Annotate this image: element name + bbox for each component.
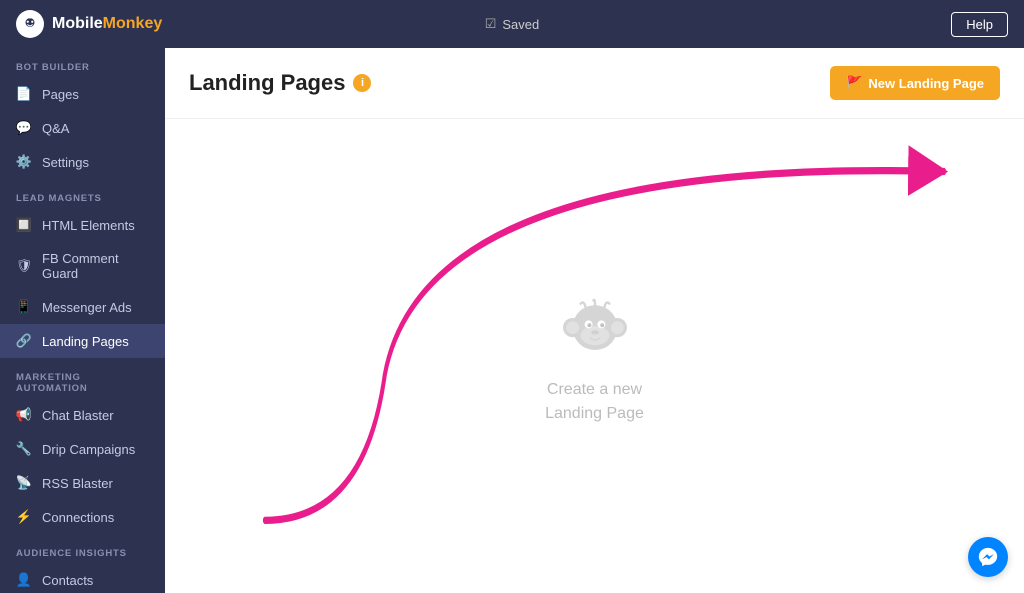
sidebar-item-label-connections: Connections — [42, 510, 114, 525]
connections-icon: ⚡ — [16, 509, 32, 525]
sidebar-section-lead-magnets: Lead Magnets — [0, 179, 165, 208]
topbar: MobileMonkey ☑ Saved Help — [0, 0, 1024, 48]
sidebar: Bot Builder 📄 Pages 💬 Q&A ⚙️ Settings Lead Magn… — [0, 48, 165, 593]
logo-icon — [16, 10, 44, 38]
main-content: Landing Pages i 🚩 New Landing Page — [165, 48, 1024, 593]
layout: Bot Builder 📄 Pages 💬 Q&A ⚙️ Settings Lead Magn… — [0, 48, 1024, 593]
sidebar-item-contacts[interactable]: 👤 Contacts — [0, 563, 165, 593]
html-elements-icon: 🔲 — [16, 217, 32, 233]
drip-campaigns-icon: 🔧 — [16, 441, 32, 457]
messenger-icon — [977, 546, 999, 568]
sidebar-item-label-chat-blaster: Chat Blaster — [42, 408, 114, 423]
sidebar-section-audience-insights: Audience Insights — [0, 534, 165, 563]
brand-monkey: Monkey — [103, 15, 163, 32]
sidebar-item-settings[interactable]: ⚙️ Settings — [0, 145, 165, 179]
sidebar-item-label-html-elements: HTML Elements — [42, 218, 135, 233]
page-title: Landing Pages — [189, 70, 345, 96]
contacts-icon: 👤 — [16, 572, 32, 588]
sidebar-item-label-qa: Q&A — [42, 121, 69, 136]
monkey-icon — [555, 286, 635, 366]
empty-state: Create a new Landing Page — [165, 119, 1024, 593]
main-header: Landing Pages i 🚩 New Landing Page — [165, 48, 1024, 119]
sidebar-item-label-drip-campaigns: Drip Campaigns — [42, 442, 135, 457]
new-landing-page-label: New Landing Page — [868, 76, 984, 91]
rss-blaster-icon: 📡 — [16, 475, 32, 491]
pages-icon: 📄 — [16, 86, 32, 102]
sidebar-item-label-fb-comment-guard: FB Comment Guard — [42, 251, 149, 281]
saved-label: Saved — [502, 17, 539, 32]
sidebar-item-chat-blaster[interactable]: 📢 Chat Blaster — [0, 398, 165, 432]
page-title-row: Landing Pages i — [189, 70, 371, 96]
empty-state-text: Create a new Landing Page — [545, 378, 644, 426]
sidebar-item-html-elements[interactable]: 🔲 HTML Elements — [0, 208, 165, 242]
sidebar-item-label-contacts: Contacts — [42, 573, 93, 588]
sidebar-section-marketing-automation: Marketing Automation — [0, 358, 165, 398]
qa-icon: 💬 — [16, 120, 32, 136]
sidebar-item-label-landing-pages: Landing Pages — [42, 334, 129, 349]
check-icon: ☑ — [485, 16, 497, 32]
sidebar-item-label-settings: Settings — [42, 155, 89, 170]
sidebar-item-landing-pages[interactable]: 🔗 Landing Pages — [0, 324, 165, 358]
sidebar-item-qa[interactable]: 💬 Q&A — [0, 111, 165, 145]
sidebar-item-pages[interactable]: 📄 Pages — [0, 77, 165, 111]
chat-blaster-icon: 📢 — [16, 407, 32, 423]
sidebar-item-messenger-ads[interactable]: 📱 Messenger Ads — [0, 290, 165, 324]
logo: MobileMonkey — [16, 10, 162, 38]
sidebar-item-drip-campaigns[interactable]: 🔧 Drip Campaigns — [0, 432, 165, 466]
sidebar-item-connections[interactable]: ⚡ Connections — [0, 500, 165, 534]
flag-icon: 🚩 — [846, 75, 862, 91]
sidebar-item-fb-comment-guard[interactable]: 🛡 FB Comment Guard — [0, 242, 165, 290]
new-landing-page-button[interactable]: 🚩 New Landing Page — [830, 66, 1000, 100]
info-icon[interactable]: i — [353, 74, 371, 92]
sidebar-item-label-pages: Pages — [42, 87, 79, 102]
brand-mobile: Mobile — [52, 15, 103, 32]
messenger-bubble[interactable] — [968, 537, 1008, 577]
settings-icon: ⚙️ — [16, 154, 32, 170]
help-button[interactable]: Help — [951, 12, 1008, 37]
landing-pages-icon: 🔗 — [16, 333, 32, 349]
sidebar-section-bot-builder: Bot Builder — [0, 48, 165, 77]
sidebar-item-rss-blaster[interactable]: 📡 RSS Blaster — [0, 466, 165, 500]
saved-indicator: ☑ Saved — [485, 16, 540, 32]
fb-comment-guard-icon: 🛡 — [16, 258, 32, 274]
sidebar-item-label-rss-blaster: RSS Blaster — [42, 476, 113, 491]
sidebar-item-label-messenger-ads: Messenger Ads — [42, 300, 132, 315]
messenger-ads-icon: 📱 — [16, 299, 32, 315]
